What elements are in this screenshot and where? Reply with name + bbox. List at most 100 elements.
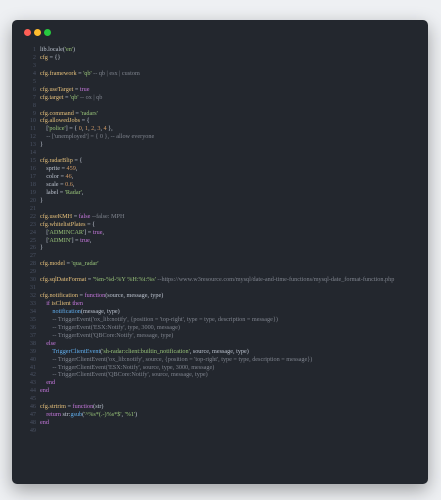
code-token: ) — [73, 46, 76, 53]
code-line: 27 — [12, 252, 428, 260]
code-token: cfg.strtrim — [40, 403, 66, 411]
code-token: -- TriggerEvent('QBCore:Notify', message… — [40, 331, 174, 339]
code-token: notification — [52, 307, 81, 315]
maximize-icon[interactable] — [44, 29, 51, 36]
code-token: ] = — [71, 236, 81, 244]
line-number: 28 — [29, 260, 36, 268]
line-text: scale = 0.6, — [40, 181, 74, 189]
line-number: 32 — [29, 292, 36, 300]
line-text: cfg.model = 'qua_radar' — [40, 260, 98, 268]
code-line: 46 cfg.strtrim = function(str) — [12, 403, 428, 411]
code-token: color = — [40, 173, 66, 180]
code-token: = — [72, 212, 79, 220]
line-number: 16 — [29, 165, 36, 173]
code-token: = { — [80, 117, 90, 125]
code-token: [ — [40, 125, 49, 133]
line-number: 15 — [29, 157, 36, 165]
code-line: 38 else — [12, 340, 428, 348]
code-token: cfg.sqlDateFormat — [40, 276, 87, 284]
code-token: 'en' — [64, 46, 73, 53]
code-token: } — [40, 141, 43, 149]
code-token: label = — [40, 188, 65, 196]
line-number: 21 — [29, 204, 36, 212]
code-token: , — [72, 180, 75, 188]
line-text: -- TriggerEvent('ox_lib:notify', {positi… — [40, 316, 278, 324]
code-token: cfg.model — [40, 260, 65, 268]
code-token: (source, message, type) — [105, 292, 164, 300]
line-text: TriggerClientEvent('sh-radar:client:buil… — [40, 348, 249, 356]
code-line: 12 -- ['unemployed'] = { 0 }, -- allow e… — [12, 133, 428, 141]
code-line: 17 color = 46, — [12, 173, 428, 181]
line-number: 17 — [29, 173, 36, 180]
code-token: , — [71, 173, 74, 180]
code-line: 15 cfg.radarBlip = { — [12, 157, 428, 165]
line-text: -- TriggerEvent('QBCore:Notify', message… — [40, 332, 173, 340]
code-line: 43 end — [12, 379, 428, 387]
line-number: 42 — [29, 371, 36, 379]
code-line: 29 — [12, 268, 428, 276]
code-token: , — [102, 228, 104, 236]
line-text: cfg.strtrim = function(str) — [40, 403, 103, 411]
line-text: } — [40, 244, 43, 252]
code-token: cfg.command — [40, 109, 74, 117]
code-line: 25 ['ADMIN'] = true, — [12, 237, 428, 245]
line-number: 18 — [29, 180, 36, 188]
line-number: 34 — [29, 307, 36, 315]
code-token: 'ADMIN' — [48, 236, 72, 244]
code-token: 'police' — [48, 125, 66, 133]
line-text: if isClient then — [40, 300, 83, 308]
line-text: cfg.command = 'radars' — [40, 110, 98, 118]
line-text: end — [40, 387, 49, 395]
line-text: cfg.framework = 'qb' -- qb | esx | custo… — [40, 70, 140, 78]
code-token: gsub — [70, 411, 83, 419]
code-editor[interactable]: 1 lib.locale('en') 2 cfg = {} 3 4 cfg.framewor… — [12, 46, 428, 435]
line-number: 43 — [29, 379, 36, 387]
code-line: 44 end — [12, 387, 428, 395]
code-token: 'qua_radar' — [71, 260, 99, 268]
code-line: 35 -- TriggerEvent('ox_lib:notify', {pos… — [12, 316, 428, 324]
line-text: notification(message, type) — [40, 307, 120, 316]
code-token: ] = { — [65, 125, 79, 133]
line-number: 20 — [29, 196, 36, 204]
line-number: 24 — [29, 228, 36, 236]
line-number: 47 — [29, 411, 36, 419]
code-token: [ — [40, 236, 49, 244]
code-token: (message, type) — [80, 307, 120, 315]
line-number: 13 — [29, 141, 36, 149]
line-text: cfg.radarBlip = { — [40, 157, 82, 165]
code-line: 36 -- TriggerEvent('ESX:Notify', type, 3… — [12, 324, 428, 332]
code-line: 3 — [12, 62, 428, 70]
code-line: 31 — [12, 284, 428, 292]
line-number: 30 — [29, 276, 36, 284]
line-number: 27 — [29, 252, 36, 260]
line-text: -- TriggerEvent('ESX:Notify', type, 3000… — [40, 324, 180, 332]
code-token: = — [86, 276, 93, 284]
code-token: = { — [85, 220, 96, 228]
code-token: -- TriggerClientEvent('QBCore:Notify', s… — [40, 371, 208, 379]
code-token: }, — [106, 125, 113, 133]
line-text: label = 'Radar', — [40, 189, 83, 197]
code-token: '%1' — [124, 411, 136, 419]
code-token: } — [40, 196, 43, 204]
code-token: '^%s*(.-)%s*$' — [84, 411, 122, 419]
code-token: return — [46, 411, 61, 419]
minimize-icon[interactable] — [34, 29, 41, 36]
code-token: --https://www.w3resource.com/mysql/date-… — [155, 276, 395, 284]
line-number: 49 — [29, 427, 36, 434]
code-line: 28 cfg.model = 'qua_radar' — [12, 260, 428, 268]
code-token: = { — [72, 157, 83, 165]
close-icon[interactable] — [24, 29, 31, 36]
code-line: 16 sprite = 459, — [12, 165, 428, 173]
code-token: true — [79, 85, 90, 93]
code-token: 'Radar' — [64, 188, 82, 196]
code-token: , — [89, 236, 92, 244]
code-token: ) — [135, 411, 138, 419]
code-token: TriggerClientEvent — [52, 347, 101, 355]
line-text: cfg.allowedJobs = { — [40, 117, 90, 125]
line-text: cfg.useKMH = false --false: MPH — [40, 213, 124, 221]
code-line: 9 cfg.command = 'radars' — [12, 110, 428, 118]
line-text: cfg.target = 'qb' -- ox | qb — [40, 94, 102, 102]
code-token: then — [72, 300, 83, 307]
code-line: 10 cfg.allowedJobs = { — [12, 117, 428, 125]
